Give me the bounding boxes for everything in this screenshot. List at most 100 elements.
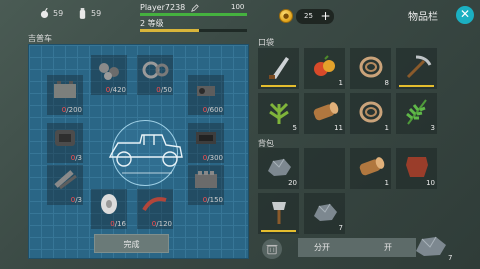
part-wheel[interactable]: 0/16 xyxy=(91,189,127,229)
stone-icon xyxy=(314,203,337,221)
part-battery[interactable]: 0/200 xyxy=(47,75,83,115)
trash-button[interactable] xyxy=(262,239,282,259)
part-pipe[interactable]: 0/120 xyxy=(137,189,173,229)
hp-bar xyxy=(140,13,247,16)
stat-water: 59 xyxy=(78,8,101,19)
part-shock[interactable]: 0/3 xyxy=(47,165,83,205)
stone-icon xyxy=(268,158,291,176)
bag-slot-1[interactable]: 20 xyxy=(258,148,299,189)
part-need: /420 xyxy=(110,86,126,94)
machete-icon xyxy=(269,57,289,79)
bag-slot-6[interactable]: 7 xyxy=(304,193,345,234)
item-count: 7 xyxy=(338,224,343,232)
rope-icon xyxy=(359,101,383,123)
bag-slot-5[interactable] xyxy=(258,193,299,234)
pencil-icon[interactable] xyxy=(191,4,199,12)
jeep-panel: 0/200 0/420 0/50 0/600 0/3 0/300 0/3 0/1… xyxy=(28,44,249,259)
stat-water-value: 59 xyxy=(91,9,102,18)
hp-bar-fill xyxy=(140,13,247,16)
part-need: /16 xyxy=(114,220,126,228)
durability-bar xyxy=(261,85,296,87)
bottle-icon xyxy=(79,8,86,19)
part-need: /200 xyxy=(66,106,82,114)
item-count: 3 xyxy=(430,124,435,132)
part-need: /150 xyxy=(207,196,223,204)
shock-absorber-icon xyxy=(54,170,77,190)
item-count: 10 xyxy=(426,179,435,187)
add-coins-button[interactable]: + xyxy=(318,9,333,24)
part-need: /300 xyxy=(207,154,223,162)
engine-block-icon xyxy=(195,171,217,188)
jeep-blueprint-icon xyxy=(108,134,183,174)
part-need: /3 xyxy=(75,196,82,204)
pocket-slot-4[interactable] xyxy=(396,48,437,89)
xp-bar xyxy=(140,29,247,32)
part-carburetor[interactable]: 0/3 xyxy=(47,123,83,163)
item-count: 8 xyxy=(384,79,389,87)
coils-icon xyxy=(99,63,119,80)
pocket-slot-1[interactable] xyxy=(258,48,299,89)
log-icon xyxy=(359,157,385,176)
item-count: 20 xyxy=(288,179,297,187)
battery-icon xyxy=(54,81,76,98)
coin-value: 25 xyxy=(304,12,313,20)
part-gears[interactable]: 0/50 xyxy=(137,55,173,95)
part-engine-block[interactable]: 0/150 xyxy=(188,165,224,205)
pocket-slot-7[interactable]: 1 xyxy=(350,93,391,134)
part-headlight[interactable]: 0/600 xyxy=(188,75,224,115)
item-count: 1 xyxy=(384,124,389,132)
bag-slot-2[interactable] xyxy=(304,148,345,189)
leather-icon xyxy=(406,157,428,177)
pocket-slot-8[interactable]: 3 xyxy=(396,93,437,134)
dragged-item-count: 7 xyxy=(448,254,453,262)
herb-icon xyxy=(269,102,289,124)
split-label-right: 开 xyxy=(384,243,392,252)
part-need: /120 xyxy=(156,220,172,228)
player-name: Player7238 xyxy=(140,3,186,12)
pocket-slot-6[interactable]: 11 xyxy=(304,93,345,134)
pickaxe-icon xyxy=(406,55,432,79)
player-level: 2 等级 xyxy=(140,19,164,28)
part-need: /600 xyxy=(207,106,223,114)
durability-bar xyxy=(261,230,296,232)
part-need: /3 xyxy=(75,154,82,162)
carburetor-icon xyxy=(55,130,75,146)
pipe-icon xyxy=(142,197,167,212)
wheel-icon xyxy=(101,194,117,214)
jeep-title: 吉普车 xyxy=(28,34,52,43)
bag-slot-4[interactable]: 10 xyxy=(396,148,437,189)
pocket-slot-5[interactable]: 5 xyxy=(258,93,299,134)
bag-slot-3[interactable]: 1 xyxy=(350,148,391,189)
part-need: /50 xyxy=(160,86,172,94)
item-count: 1 xyxy=(338,79,343,87)
log-icon xyxy=(313,102,339,121)
gears-icon xyxy=(142,61,169,79)
pockets-title: 口袋 xyxy=(258,38,274,47)
page-title: 物品栏 xyxy=(408,12,438,23)
pocket-slot-2[interactable]: 1 xyxy=(304,48,345,89)
part-generator[interactable]: 0/300 xyxy=(188,123,224,163)
dragged-stone-icon[interactable] xyxy=(412,229,450,261)
headlight-icon xyxy=(197,86,215,96)
item-count: 11 xyxy=(334,124,343,132)
durability-bar xyxy=(399,85,434,87)
stat-food-value: 59 xyxy=(53,9,64,18)
axe-icon xyxy=(272,202,286,224)
rope-icon xyxy=(359,56,383,78)
item-count: 1 xyxy=(384,179,389,187)
hp-value: 100 xyxy=(231,3,245,11)
finish-button[interactable]: 完成 xyxy=(94,234,169,253)
coin-icon: ● xyxy=(279,9,293,23)
bomb-icon xyxy=(40,8,49,18)
fruit-icon xyxy=(314,55,335,76)
item-count: 5 xyxy=(292,124,297,132)
generator-icon xyxy=(196,132,216,144)
part-coils[interactable]: 0/420 xyxy=(91,55,127,95)
split-button[interactable]: 分开 开 xyxy=(298,238,416,257)
pocket-slot-3[interactable]: 8 xyxy=(350,48,391,89)
close-button[interactable]: ✕ xyxy=(456,6,474,24)
xp-bar-fill xyxy=(140,29,199,32)
split-label-left: 分开 xyxy=(314,243,330,252)
trash-icon xyxy=(266,244,278,255)
stat-food: 59 xyxy=(40,8,63,19)
